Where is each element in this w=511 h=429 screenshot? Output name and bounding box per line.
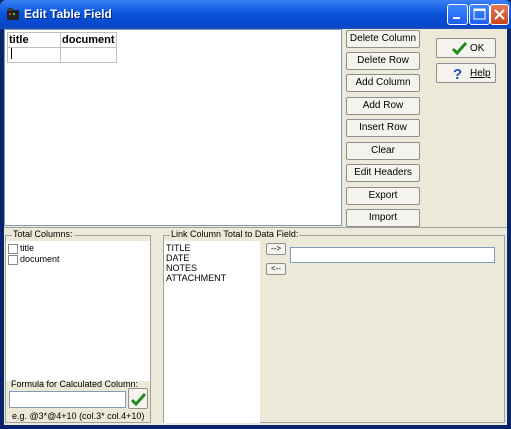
- window-title: Edit Table Field: [24, 7, 112, 21]
- insert-row-button[interactable]: Insert Row: [346, 119, 420, 137]
- total-columns-label: Total Columns:: [12, 229, 74, 239]
- section-divider: [4, 227, 507, 228]
- list-item[interactable]: TITLE: [166, 243, 191, 253]
- table-row: [7, 47, 117, 63]
- column-header[interactable]: title: [7, 32, 61, 48]
- clear-button[interactable]: Clear: [346, 142, 420, 160]
- help-label: Help: [470, 68, 491, 79]
- green-check-icon: [452, 41, 467, 55]
- table-action-panel: Delete Column Delete Row Add Column Add …: [343, 29, 424, 227]
- table-header-row: title document: [7, 32, 117, 48]
- export-button[interactable]: Export: [346, 187, 420, 205]
- delete-row-button[interactable]: Delete Row: [346, 52, 420, 70]
- dialog-window: Edit Table Field title document Delete C…: [0, 0, 511, 429]
- title-bar[interactable]: Edit Table Field: [0, 0, 511, 29]
- unlink-button[interactable]: <--: [266, 263, 286, 275]
- svg-text:?: ?: [453, 66, 462, 81]
- text-cursor: [11, 48, 12, 59]
- app-icon: [7, 8, 19, 20]
- import-button[interactable]: Import: [346, 209, 420, 227]
- table-cell[interactable]: [7, 47, 61, 63]
- total-column-label: title: [20, 243, 35, 253]
- delete-column-button[interactable]: Delete Column: [346, 30, 420, 48]
- edit-headers-button[interactable]: Edit Headers: [346, 164, 420, 182]
- total-columns-list[interactable]: title document: [6, 241, 150, 381]
- data-field-list[interactable]: TITLE DATE NOTES ATTACHMENT: [164, 241, 260, 423]
- dialog-button-panel: OK ? Help: [424, 29, 507, 226]
- ok-label: OK: [470, 43, 485, 54]
- minimize-icon: [453, 17, 460, 19]
- linked-field-input[interactable]: [290, 247, 495, 263]
- question-mark-icon: ?: [453, 66, 462, 81]
- close-icon: [494, 9, 505, 20]
- ok-button[interactable]: OK: [436, 38, 496, 58]
- green-check-icon: [131, 392, 146, 406]
- table-grid-panel[interactable]: title document: [4, 29, 342, 226]
- maximize-button[interactable]: [469, 4, 490, 25]
- table-grid[interactable]: title document: [7, 32, 117, 63]
- checkbox[interactable]: [8, 244, 18, 254]
- link-column-label: Link Column Total to Data Field:: [170, 229, 300, 239]
- list-item[interactable]: ATTACHMENT: [166, 273, 226, 283]
- link-button[interactable]: -->: [266, 243, 286, 255]
- column-header[interactable]: document: [60, 32, 117, 48]
- apply-formula-button[interactable]: [128, 388, 148, 409]
- add-row-button[interactable]: Add Row: [346, 97, 420, 115]
- maximize-icon: [473, 8, 486, 20]
- formula-label: Formula for Calculated Column:: [11, 379, 139, 389]
- minimize-button[interactable]: [447, 4, 468, 25]
- link-column-group: Link Column Total to Data Field: TITLE D…: [163, 229, 505, 423]
- total-columns-group: Total Columns: title document Formula fo…: [5, 229, 151, 423]
- close-button[interactable]: [490, 4, 509, 25]
- add-column-button[interactable]: Add Column: [346, 74, 420, 92]
- checkbox[interactable]: [8, 255, 18, 265]
- list-item[interactable]: DATE: [166, 253, 189, 263]
- dialog-body: title document Delete Column Delete Row …: [4, 29, 507, 425]
- list-item[interactable]: NOTES: [166, 263, 197, 273]
- formula-example: e.g. @3*@4+10 (col.3* col.4+10): [12, 411, 145, 421]
- help-button[interactable]: ? Help: [436, 63, 496, 83]
- total-column-label: document: [20, 254, 60, 264]
- table-cell[interactable]: [60, 47, 117, 63]
- formula-input[interactable]: [9, 391, 126, 408]
